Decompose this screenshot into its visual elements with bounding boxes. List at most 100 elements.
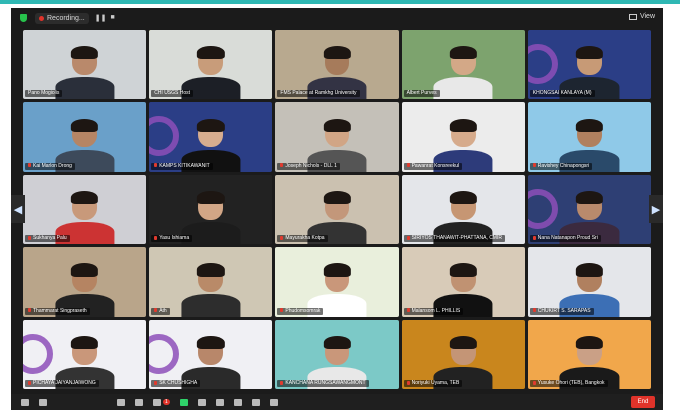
participant-name-label: Nana Natanapon Proud Sri <box>529 235 601 243</box>
participant-name: SIRIYOS THANAWIT-PHATTANA, CMIR <box>411 235 502 242</box>
participant-hair <box>197 335 225 350</box>
muted-microphone-icon <box>280 163 284 168</box>
chat-icon <box>153 398 161 406</box>
view-button[interactable]: View <box>628 13 655 20</box>
participant-tile[interactable]: Ath <box>149 247 273 317</box>
participant-hair <box>71 46 99 60</box>
participant-video <box>55 44 115 100</box>
video-button[interactable] <box>39 398 47 406</box>
top-accent-strip <box>0 0 680 4</box>
gallery-prev-arrow-icon[interactable]: ◀ <box>11 195 25 223</box>
participant-hair <box>449 118 477 132</box>
pause-icon[interactable]: ❚❚ <box>95 14 107 22</box>
participant-body <box>181 294 241 317</box>
participant-name-label: Noriyuki Uyama, TEB <box>403 380 463 387</box>
participant-name: KHONGSAI KANLAYA (M) <box>532 90 592 97</box>
recording-controls: ❚❚ ■ <box>95 14 115 22</box>
participant-tile[interactable]: Pawanrat Konsreekul <box>401 102 525 172</box>
participant-tile[interactable]: Yusuke Ohori (TEB), Bangkok <box>527 319 651 389</box>
participant-name: SK CHUSHIGHA <box>159 380 198 386</box>
participant-tile[interactable]: Mayurakha Kotpa <box>275 174 399 245</box>
more-button[interactable] <box>269 398 278 406</box>
gallery-next-arrow-icon[interactable]: ▶ <box>649 195 663 223</box>
muted-microphone-icon <box>280 380 284 385</box>
participant-name: Ath <box>159 307 167 314</box>
participant-hair <box>575 118 603 132</box>
muted-microphone-icon <box>28 380 31 385</box>
participant-tile[interactable]: KANCHANA RUNGSAWANGMONT <box>275 319 399 389</box>
muted-microphone-icon <box>532 308 536 313</box>
muted-microphone-icon <box>154 235 158 240</box>
muted-microphone-icon <box>532 380 536 385</box>
participant-tile[interactable]: Noriyuki Uyama, TEB <box>401 319 525 389</box>
participant-name: Albert Purves <box>406 90 437 97</box>
participant-tile[interactable]: Nana Natanapon Proud Sri <box>527 174 651 245</box>
participant-hair <box>197 118 225 132</box>
end-meeting-button[interactable]: End <box>631 396 655 408</box>
shield-icon[interactable] <box>20 14 27 22</box>
participant-tile[interactable]: Ravishey Chinapongsri <box>527 102 651 172</box>
participant-video <box>181 261 241 317</box>
muted-microphone-icon <box>406 380 410 385</box>
participant-name: PICHAYA JAIYANJAIWONG <box>33 380 96 386</box>
participant-tile[interactable]: CHI USGS Host <box>149 30 273 100</box>
participant-name: FMS Palace at Ramkhg University <box>280 90 357 97</box>
participant-tile[interactable]: SK CHUSHIGHA <box>149 319 273 389</box>
participant-name: Thammarat Singpraseth <box>33 307 87 314</box>
muted-microphone-icon <box>532 235 536 240</box>
participant-hair <box>71 263 99 277</box>
participant-hair <box>449 263 477 277</box>
muted-microphone-icon <box>28 308 31 313</box>
participant-name-label: Mayurakha Kotpa <box>277 235 328 243</box>
apps-button[interactable] <box>233 398 242 406</box>
participant-hair <box>197 190 225 205</box>
participant-tile[interactable]: Yasu Ishiama <box>149 174 273 245</box>
participant-name-label: FMS Palace at Ramkhg University <box>277 90 360 98</box>
participant-tile[interactable]: KHONGSAI KANLAYA (M) <box>527 30 651 100</box>
share-screen-button[interactable] <box>179 398 188 406</box>
muted-microphone-icon <box>532 163 536 168</box>
participant-tile[interactable]: Kai Marlon Drong <box>23 102 147 172</box>
recording-indicator[interactable]: Recording... <box>35 12 89 24</box>
stop-icon[interactable]: ■ <box>110 14 114 22</box>
record-button[interactable] <box>197 398 206 406</box>
participant-tile[interactable]: SIRIYOS THANAWIT-PHATTANA, CMIR <box>401 174 525 245</box>
participant-tile[interactable]: PICHAYA JAIYANJAIWONG <box>23 319 147 389</box>
participant-hair <box>323 335 351 350</box>
whiteboard-icon <box>251 398 260 406</box>
participant-name: Noriyuki Uyama, TEB <box>411 380 460 386</box>
participant-tile[interactable]: Malansom L. PHILLIS <box>401 247 525 317</box>
participant-hair <box>71 118 99 132</box>
participant-tile[interactable]: CHUKIRT S. SARAPAS <box>527 247 651 317</box>
participant-tile[interactable]: Joseph Nichols - DLL 1 <box>275 102 399 172</box>
participant-name: Kai Marlon Drong <box>33 162 72 169</box>
reactions-button[interactable] <box>215 398 224 406</box>
whiteboard-button[interactable] <box>251 398 260 406</box>
participant-tile[interactable]: Pano Mogiolis <box>23 30 147 100</box>
muted-microphone-icon <box>406 235 410 240</box>
muted-microphone-icon <box>280 235 284 240</box>
participant-tile[interactable]: KAMPS KITIKAWANIT <box>149 102 273 172</box>
muted-microphone-icon <box>154 380 158 385</box>
participant-name: Pano Mogiolis <box>28 90 60 97</box>
participant-hair <box>197 46 225 60</box>
muted-microphone-icon <box>28 163 31 168</box>
record-dot-icon <box>39 15 44 21</box>
participant-tile[interactable]: Phudomsomrak <box>275 247 399 317</box>
chat-badge: 1 <box>163 399 170 405</box>
participant-tile[interactable]: FMS Palace at Ramkhg University <box>275 30 399 100</box>
participant-name-label: PICHAYA JAIYANJAIWONG <box>25 380 99 387</box>
participant-tile[interactable]: Thammarat Singpraseth <box>23 247 147 317</box>
participant-name-label: SIRIYOS THANAWIT-PHATTANA, CMIR <box>403 235 505 243</box>
participant-name-label: SK CHUSHIGHA <box>151 380 201 387</box>
participant-tile[interactable]: Sukhanya Palu <box>23 174 147 245</box>
participants-button[interactable] <box>135 398 143 406</box>
participant-body <box>55 77 115 100</box>
meeting-toolbar: 1 End <box>11 394 663 410</box>
participant-name: Ravishey Chinapongsri <box>537 162 590 169</box>
security-button[interactable] <box>117 398 125 406</box>
participant-tile[interactable]: Albert Purves <box>401 30 525 100</box>
mute-button[interactable] <box>21 398 29 406</box>
chat-button[interactable]: 1 <box>153 398 170 406</box>
participant-hair <box>575 263 603 277</box>
